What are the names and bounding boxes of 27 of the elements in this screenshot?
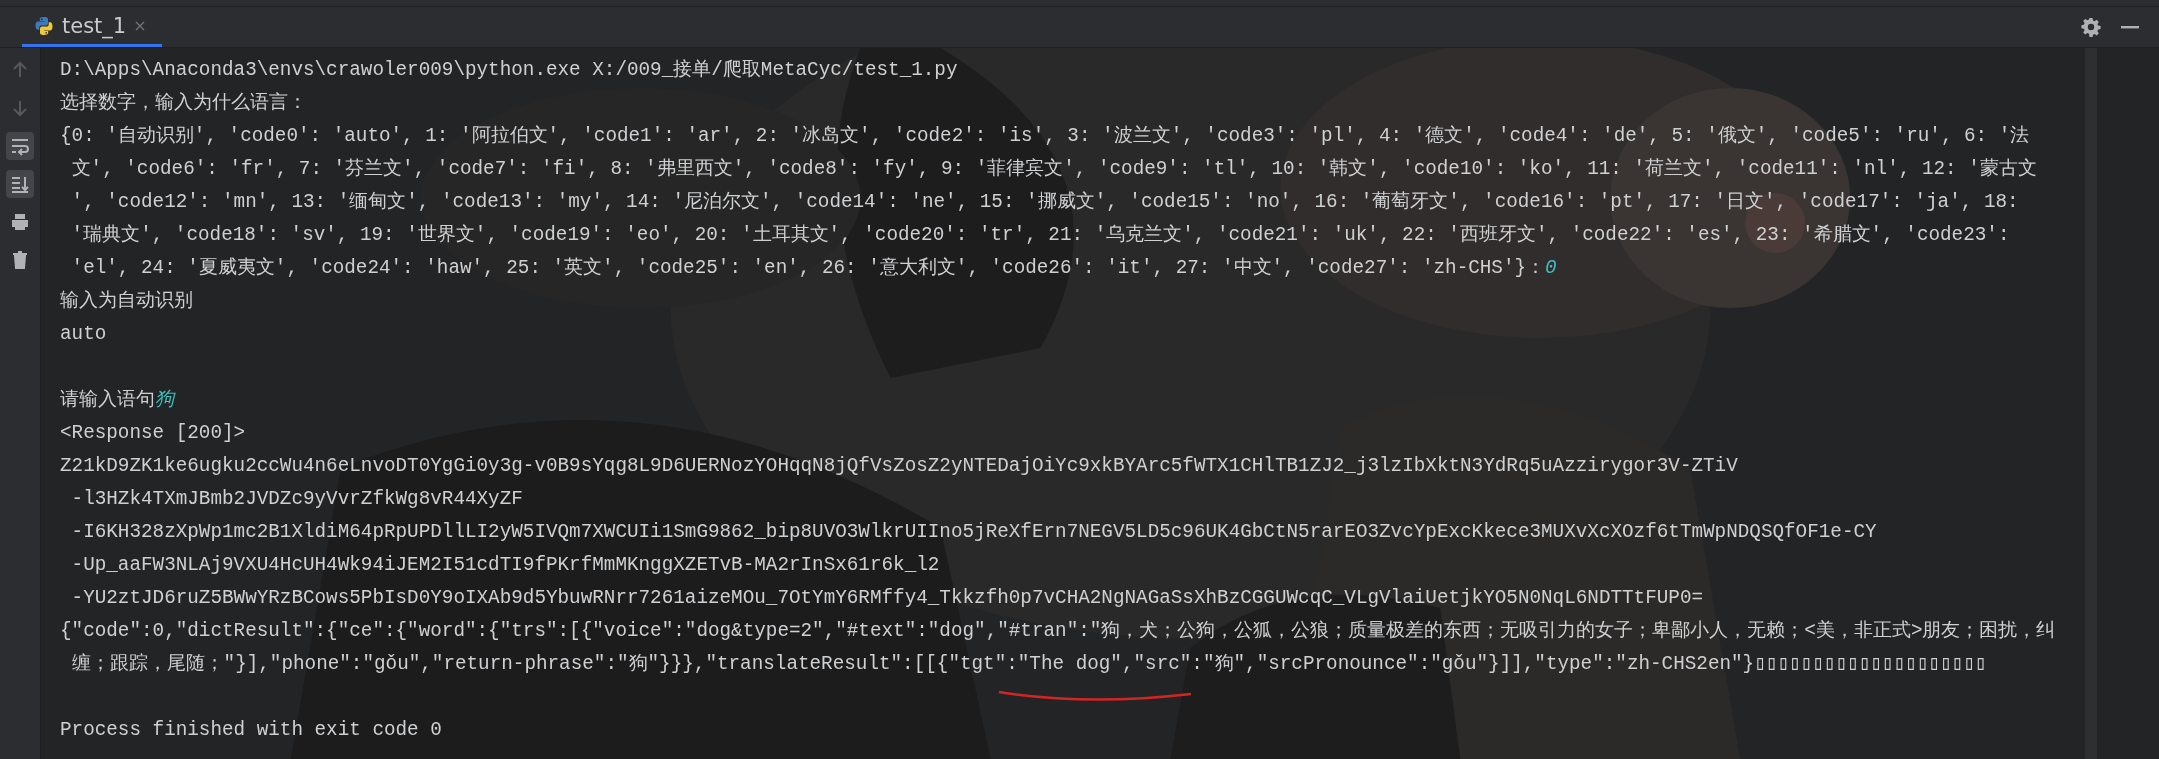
console-output-line: 'el', 24: '夏威夷文', 'code24': 'haw', 25: '英文', 'code25': 'en', 26: '意大利文', 'code26': 'it', 27: '中文', 'code27': 'zh-CHS'}： <box>70 257 1546 279</box>
console-output-line: -YU2ztJD6ruZ5BWwYRzBCows5PbIsD0Y9oIXAb9d5YbuwRNrr7261aizeMOu_7OtYmY6RMffy4_Tkkzfh0p7vCHA2NgNAGaSsXhBzCGGUWcqC_VLgVlaiUetjkYO5N0NqL6NDTTtFUP0= <box>70 587 1704 609</box>
console-output-line: D:\Apps\Anaconda3\envs\crawoler009\python.exe X:/009_接单/爬取MetaCyc/test_1.py <box>60 59 958 81</box>
soft-wrap-icon[interactable] <box>6 132 34 160</box>
console-output-line: Process finished with exit code 0 <box>60 719 442 741</box>
console-output-line: {0: '自动识别', 'code0': 'auto', 1: '阿拉伯文', 'code1': 'ar', 2: '冰岛文', 'code2': 'is', 3: '波兰文', 'code3': 'pl', 4: '德文', 'code4': 'de', 5: '俄文', 'code5': 'ru', 6: '法 <box>60 125 2030 147</box>
console-output-line: ', 'code12': 'mn', 13: '缅甸文', 'code13': 'my', 14: '尼泊尔文', 'code14': 'ne', 15: '挪威文', 'code15': 'no', 16: '葡萄牙文', 'code16': 'pt', 17: '日文', 'code17': 'ja', 18: <box>70 191 2019 213</box>
python-icon <box>34 15 54 36</box>
console-output-line: {"code":0,"dictResult":{"ce":{"word":{"trs":[{"voice":"dog&type=2","#text":"dog","#tran":"狗，犬；公狗，公狐，公狼；质量极差的东西；无吸引力的女子；卑鄙小人，无赖；<美，非正式>朋友；困扰，纠 <box>60 620 2056 642</box>
user-input-text: 狗 <box>155 389 174 411</box>
close-icon[interactable] <box>134 19 147 32</box>
settings-icon[interactable] <box>2081 17 2101 37</box>
scroll-to-end-icon[interactable] <box>6 170 34 198</box>
console-output-line: -l3HZk4TXmJBmb2JVDZc9yVvrZfkWg8vR44XyZF <box>70 488 523 510</box>
console-output-line: '瑞典文', 'code18': 'sv', 19: '世界文', 'code19': 'eo', 20: '土耳其文', 'code20': 'tr', 21: '乌克兰文', 'code21': 'uk', 22: '西班牙文', 'code22': 'es', 23: '希腊文', 'code23': <box>70 224 2010 246</box>
minimize-icon[interactable] <box>2121 25 2139 29</box>
console-output-line: 请输入语句 <box>60 389 155 411</box>
console-output-line: -Up_aaFW3NLAj9VXU4HcUH4Wk94iJEM2I51cdTI9fPKrfMmMKnggXZETvB-MA2rInSx61r6k_l2 <box>70 554 940 576</box>
console-output-line: 缠；跟踪，尾随；"}],"phone":"gǒu","return-phrase":"狗"}}},"translateResult":[[{"tgt":"The dog","src":"狗","srcPronounce":"gǒu"}]],"type":"zh-CHS2en"}▯▯▯▯▯▯▯▯▯▯▯▯▯▯▯▯▯▯▯▯ <box>70 653 1987 675</box>
console-output-line: <Response [200]> <box>60 422 246 444</box>
console-output-line: Z21kD9ZK1ke6ugku2ccWu4n6eLnvoDT0YgGi0y3g-v0B9sYqg8L9D6UERNozYOHqqN8jQfVsZosZ2yNTEDajOiYc9xkBYArc5fWTX1CHlTB1ZJ2_j3lzIbXktN3YdRq5uAzzirygor3V-ZTiV <box>60 455 1738 477</box>
console-output-line: auto <box>60 323 107 345</box>
user-input-text: 0 <box>1545 257 1557 279</box>
console-output-line: -I6KH328zXpWp1mc2B1XldiM64pRpUPDllLI2yW5IVQm7XWCUIi1SmG9862_bip8UVO3WlkrUIIno5jReXfErn7NEGV5LD5c96UK4GbCtN5rarEO3ZvcYpExcKkece3MUXvXcXOzf6tTmWpNDQSQfOF1e-CY <box>70 521 1877 543</box>
console-output-line: 选择数字，输入为什么语言： <box>60 92 307 114</box>
console-output-line: 文', 'code6': 'fr', 7: '芬兰文', 'code7': 'fi', 8: '弗里西文', 'code8': 'fy', 9: '菲律宾文', 'code9': 'tl', 10: '韩文', 'code10': 'ko', 11: '荷兰文', 'code11': 'nl', 12: '蒙古文 <box>70 158 2037 180</box>
console-output-line: 输入为自动识别 <box>60 290 193 312</box>
